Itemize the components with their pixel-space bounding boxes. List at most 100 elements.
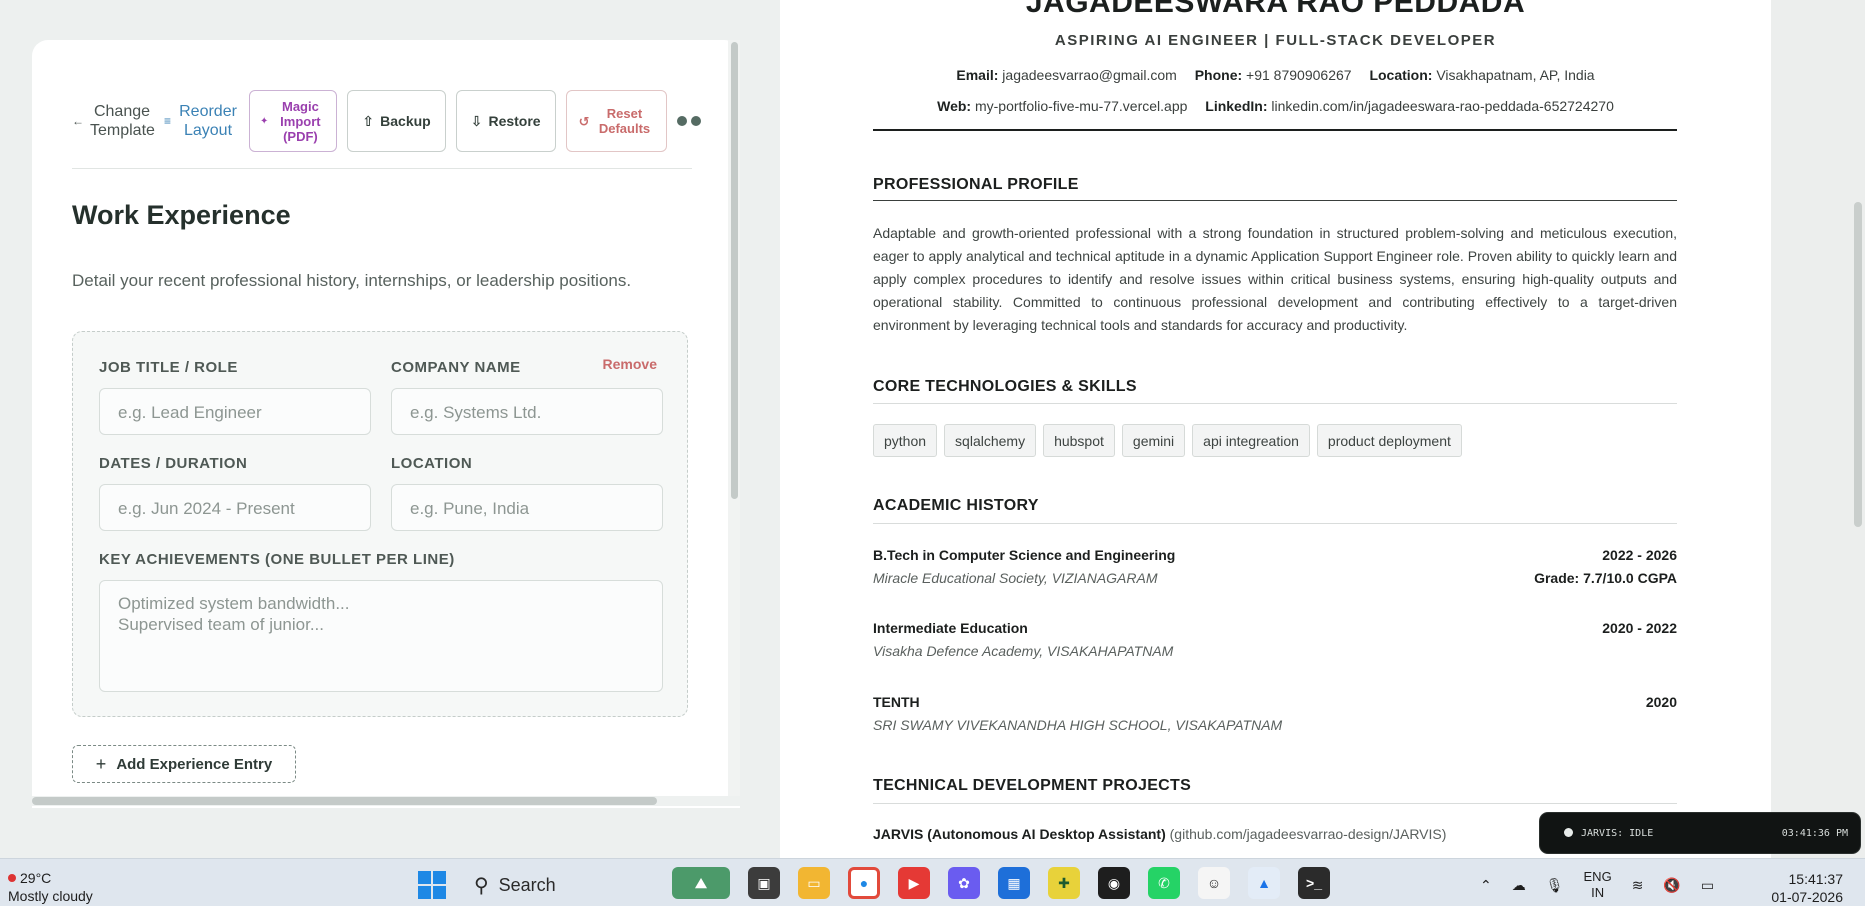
game-app-icon[interactable]: ✚ bbox=[1048, 867, 1080, 899]
system-tray: ⌃ ☁ 🎙 ENG IN ≋ 🔇 ▭ bbox=[1480, 869, 1714, 901]
windows-taskbar: 29°C Mostly cloudy ⚲ Search ⛰ ▣ ▭ ● ▶ ✿ … bbox=[0, 858, 1865, 906]
magic-import-button[interactable]: ✦ Magic Import (PDF) bbox=[249, 90, 338, 152]
location-value: Visakhapatnam, AP, India bbox=[1436, 67, 1595, 83]
more-options-icon[interactable] bbox=[676, 116, 701, 126]
education-dates: 2020 bbox=[1645, 694, 1677, 710]
reset-defaults-label: Reset Defaults bbox=[598, 106, 651, 136]
volume-muted-icon[interactable]: 🔇 bbox=[1663, 877, 1680, 894]
project-entry: JARVIS (Autonomous AI Desktop Assistant)… bbox=[873, 826, 1446, 842]
region-code: IN bbox=[1591, 885, 1605, 900]
arc-app-icon[interactable]: ▲ bbox=[1248, 867, 1280, 899]
search-label: Search bbox=[498, 875, 556, 895]
terminal-icon[interactable]: >_ bbox=[1298, 867, 1330, 899]
microphone-icon[interactable]: 🎙 bbox=[1546, 877, 1564, 894]
projects-heading: TECHNICAL DEVELOPMENT PROJECTS bbox=[873, 777, 1192, 794]
weather-widget[interactable]: 29°C Mostly cloudy bbox=[8, 869, 93, 905]
reorder-layout-label: Reorder Layout bbox=[179, 103, 237, 139]
task-view-icon[interactable]: ▣ bbox=[748, 867, 780, 899]
ollama-icon[interactable]: ☺ bbox=[1198, 867, 1230, 899]
backup-button[interactable]: ⇧ Backup bbox=[347, 90, 446, 152]
section-description: Detail your recent professional history,… bbox=[72, 271, 632, 290]
company-name-label: COMPANY NAME bbox=[391, 359, 521, 376]
change-template-button[interactable]: ← Change Template bbox=[72, 102, 155, 140]
reorder-layout-button[interactable]: ≡ Reorder Layout bbox=[164, 102, 239, 140]
backup-label: Backup bbox=[380, 113, 431, 129]
reset-icon: ↺ bbox=[578, 113, 590, 129]
restore-button[interactable]: ⇩ Restore bbox=[455, 90, 556, 152]
chevron-up-icon[interactable]: ⌃ bbox=[1480, 877, 1492, 894]
education-title: TENTH bbox=[873, 694, 920, 710]
education-dates: 2022 - 2026 bbox=[1602, 547, 1677, 563]
project-link[interactable]: (github.com/jagadeesvarrao-design/JARVIS… bbox=[1170, 826, 1447, 842]
location-label: LOCATION bbox=[391, 455, 473, 472]
whatsapp-icon[interactable]: ✆ bbox=[1148, 867, 1180, 899]
education-institution: SRI SWAMY VIVEKANANDHA HIGH SCHOOL, VISA… bbox=[873, 717, 1283, 733]
language-indicator[interactable]: ENG IN bbox=[1584, 869, 1612, 901]
web-value: my-portfolio-five-mu-77.vercel.app bbox=[974, 98, 1188, 114]
reset-defaults-button[interactable]: ↺ Reset Defaults bbox=[565, 90, 667, 152]
email-label: Email: bbox=[956, 67, 999, 83]
job-title-label: JOB TITLE / ROLE bbox=[99, 359, 238, 376]
editor-horizontal-scroll-thumb[interactable] bbox=[32, 797, 657, 805]
experience-entry: Remove JOB TITLE / ROLE e.g. Lead Engine… bbox=[72, 331, 688, 717]
skill-chip: api integreation bbox=[1192, 424, 1310, 457]
change-template-label: Change Template bbox=[90, 103, 155, 139]
windows-start-icon[interactable] bbox=[418, 871, 446, 899]
resume-name: JAGADEESWARA RAO PEDDADA bbox=[1025, 0, 1526, 19]
skill-chip: gemini bbox=[1121, 424, 1186, 457]
sparkle-icon: ✦ bbox=[260, 115, 269, 127]
location-label: Location: bbox=[1369, 67, 1433, 83]
editor-vertical-scroll-thumb[interactable] bbox=[731, 42, 738, 499]
project-title: JARVIS (Autonomous AI Desktop Assistant) bbox=[873, 826, 1166, 842]
weather-condition: Mostly cloudy bbox=[8, 888, 93, 904]
profile-heading: PROFESSIONAL PROFILE bbox=[873, 176, 1079, 193]
upload-icon: ⇧ bbox=[362, 112, 375, 129]
skill-chip: python bbox=[873, 424, 938, 457]
chrome-icon[interactable]: ● bbox=[848, 867, 880, 899]
web-label: Web: bbox=[937, 98, 972, 114]
download-icon: ⇩ bbox=[470, 112, 483, 129]
toolbar-divider bbox=[72, 168, 692, 169]
header-rule bbox=[873, 129, 1677, 131]
education-institution: Miracle Educational Society, VIZIANAGARA… bbox=[873, 570, 1158, 586]
github-icon[interactable]: ◉ bbox=[1098, 867, 1130, 899]
skills-list: python sqlalchemy hubspot gemini api int… bbox=[873, 424, 1462, 457]
jarvis-status: JARVIS: IDLE bbox=[1564, 828, 1653, 839]
plus-icon: + bbox=[95, 753, 107, 774]
preview-scroll-thumb[interactable] bbox=[1854, 202, 1862, 527]
jarvis-status-widget[interactable]: JARVIS: IDLE 03:41:36 PM bbox=[1540, 813, 1860, 853]
cloud-sync-error-icon[interactable]: ☁ bbox=[1512, 877, 1526, 894]
store-icon[interactable]: ▦ bbox=[998, 867, 1030, 899]
youtube-icon[interactable]: ▶ bbox=[898, 867, 930, 899]
resume-contact-line-1: Email: jagadeesvarrao@gmail.com Phone: +… bbox=[780, 67, 1771, 83]
add-experience-button[interactable]: + Add Experience Entry bbox=[72, 745, 296, 783]
skills-heading: CORE TECHNOLOGIES & SKILLS bbox=[873, 378, 1137, 395]
phone-value: +91 8790906267 bbox=[1246, 67, 1352, 83]
taskbar-clock[interactable]: 15:41:37 01-07-2026 bbox=[1771, 870, 1843, 906]
weather-alert-icon bbox=[8, 874, 16, 882]
academic-rule bbox=[873, 523, 1677, 524]
taskbar-search[interactable]: ⚲ Search bbox=[474, 873, 556, 898]
education-dates: 2020 - 2022 bbox=[1602, 620, 1677, 636]
taskbar-apps: ⛰ ▣ ▭ ● ▶ ✿ ▦ ✚ ◉ ✆ ☺ ▲ >_ bbox=[672, 867, 1330, 899]
profile-rule bbox=[873, 200, 1677, 201]
email-value: jagadeesvarrao@gmail.com bbox=[1002, 67, 1177, 83]
wifi-icon[interactable]: ≋ bbox=[1632, 877, 1644, 894]
editor-card: ← Change Template ≡ Reorder Layout ✦ Mag… bbox=[32, 40, 740, 808]
widgets-landscape-icon[interactable]: ⛰ bbox=[672, 867, 730, 899]
dates-input[interactable]: e.g. Jun 2024 - Present bbox=[99, 484, 371, 531]
job-title-input[interactable]: e.g. Lead Engineer bbox=[99, 388, 371, 435]
location-input[interactable]: e.g. Pune, India bbox=[391, 484, 663, 531]
file-explorer-icon[interactable]: ▭ bbox=[798, 867, 830, 899]
skill-chip: product deployment bbox=[1316, 424, 1462, 457]
clock-date: 01-07-2026 bbox=[1771, 889, 1843, 905]
clock-time: 15:41:37 bbox=[1788, 871, 1844, 887]
battery-icon[interactable]: ▭ bbox=[1701, 877, 1714, 894]
remove-entry-button[interactable]: Remove bbox=[603, 356, 657, 372]
copilot-icon[interactable]: ✿ bbox=[948, 867, 980, 899]
linkedin-value: linkedin.com/in/jagadeeswara-rao-peddada… bbox=[1271, 98, 1614, 114]
achievements-textarea[interactable]: Optimized system bandwidth... Supervised… bbox=[99, 580, 663, 692]
company-name-input[interactable]: e.g. Systems Ltd. bbox=[391, 388, 663, 435]
magic-import-label: Magic Import (PDF) bbox=[280, 98, 321, 144]
projects-rule bbox=[873, 803, 1677, 804]
